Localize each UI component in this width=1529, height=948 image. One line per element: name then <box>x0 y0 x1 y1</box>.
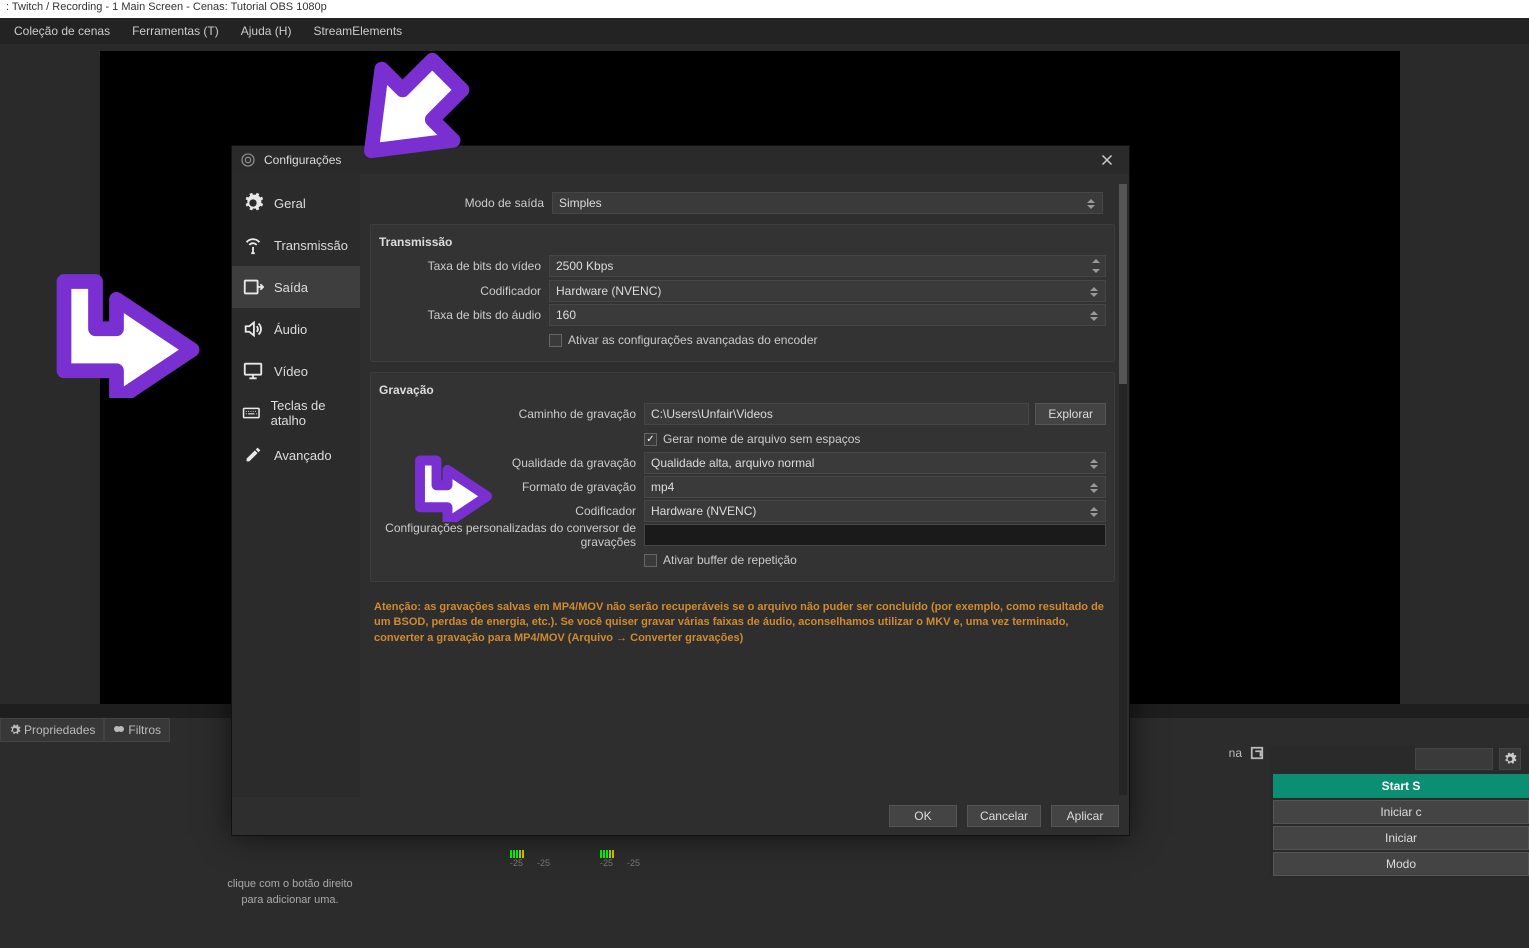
close-icon <box>1101 154 1113 166</box>
output-mode-label: Modo de saída <box>382 196 552 210</box>
transition-settings-button[interactable] <box>1499 748 1521 770</box>
tools-icon <box>242 444 264 466</box>
sidebar-item-video[interactable]: Vídeo <box>232 350 360 392</box>
recording-format-label: Formato de gravação <box>379 480 644 494</box>
dialog-title-text: Configurações <box>264 153 341 167</box>
stream-encoder-select[interactable]: Hardware (NVENC) <box>549 280 1106 302</box>
recording-group: Gravação Caminho de gravação C:\Users\Un… <box>370 372 1115 582</box>
obs-icon <box>240 152 256 168</box>
start-streaming-button[interactable]: Start S <box>1273 774 1529 798</box>
recording-encoder-label: Codificador <box>379 504 644 518</box>
video-bitrate-label: Taxa de bits do vídeo <box>379 259 549 273</box>
recording-quality-select[interactable]: Qualidade alta, arquivo normal <box>644 452 1106 474</box>
recording-title: Gravação <box>379 379 1106 401</box>
menu-tools[interactable]: Ferramentas (T) <box>122 20 229 42</box>
dialog-footer: OK Cancelar Aplicar <box>232 797 1129 835</box>
start-recording-button[interactable]: Iniciar c <box>1273 800 1529 824</box>
menu-scene-collection[interactable]: Coleção de cenas <box>4 20 120 42</box>
monitor-icon <box>242 360 264 382</box>
streaming-group: Transmissão Taxa de bits do vídeo 2500 K… <box>370 224 1115 362</box>
broadcast-icon <box>242 234 264 256</box>
audio-bitrate-select[interactable]: 160 <box>549 304 1106 326</box>
settings-content: Modo de saída Simples Transmissão Taxa d… <box>360 174 1129 797</box>
dialog-close-button[interactable] <box>1093 146 1121 174</box>
dialog-titlebar: Configurações <box>232 146 1129 174</box>
mode-button[interactable]: Modo <box>1273 852 1529 876</box>
output-icon <box>242 276 264 298</box>
recording-format-select[interactable]: mp4 <box>644 476 1106 498</box>
source-toolbar: Propriedades Filtros <box>0 718 170 742</box>
menu-streamelements[interactable]: StreamElements <box>303 20 412 42</box>
properties-button[interactable]: Propriedades <box>0 718 104 742</box>
recording-quality-label: Qualidade da gravação <box>379 456 644 470</box>
sidebar-item-audio[interactable]: Áudio <box>232 308 360 350</box>
menu-help[interactable]: Ajuda (H) <box>231 20 302 42</box>
start-button[interactable]: Iniciar <box>1273 826 1529 850</box>
recording-path-input[interactable]: C:\Users\Unfair\Videos <box>644 403 1029 425</box>
transitions-header: na <box>1229 746 1264 760</box>
audio-meter-grid: -25 -25 -25 -25 <box>510 838 640 868</box>
filters-button[interactable]: Filtros <box>104 718 170 742</box>
gear-icon <box>9 724 21 736</box>
video-bitrate-input[interactable]: 2500 Kbps <box>549 255 1106 277</box>
keyboard-icon <box>242 402 261 424</box>
recording-encoder-select[interactable]: Hardware (NVENC) <box>644 500 1106 522</box>
recording-path-label: Caminho de gravação <box>379 407 644 421</box>
scene-hint-text: clique com o botão direito para adiciona… <box>190 877 390 908</box>
sidebar-item-saida[interactable]: Saída <box>232 266 360 308</box>
advanced-encoder-checkbox[interactable]: Ativar as configurações avançadas do enc… <box>549 333 1106 347</box>
replay-buffer-checkbox[interactable]: Ativar buffer de repetição <box>644 553 1106 567</box>
custom-muxer-input[interactable] <box>644 524 1106 546</box>
output-mode-select[interactable]: Simples <box>552 192 1103 214</box>
apply-button[interactable]: Aplicar <box>1051 805 1119 827</box>
sidebar-item-geral[interactable]: Geral <box>232 182 360 224</box>
gear-icon <box>1503 752 1517 766</box>
sidebar-item-transmissao[interactable]: Transmissão <box>232 224 360 266</box>
window-title: : Twitch / Recording - 1 Main Screen - C… <box>0 0 1529 18</box>
settings-sidebar: Geral Transmissão Saída Áudio Vídeo Tecl… <box>232 174 360 797</box>
settings-dialog: Configurações Geral Transmissão Saída Áu… <box>231 145 1130 836</box>
speaker-icon <box>242 318 264 340</box>
transition-select[interactable] <box>1415 748 1493 770</box>
popout-icon[interactable] <box>1250 746 1264 760</box>
gear-icon <box>242 192 264 214</box>
custom-muxer-label: Configurações personalizadas do converso… <box>379 521 644 549</box>
mp4-warning: Atenção: as gravações salvas em MP4/MOV … <box>370 592 1115 654</box>
controls-panel: Start S Iniciar c Iniciar Modo <box>1269 746 1529 878</box>
cancel-button[interactable]: Cancelar <box>967 805 1041 827</box>
nospaces-checkbox[interactable]: Gerar nome de arquivo sem espaços <box>644 432 1106 446</box>
filter-icon <box>113 724 125 736</box>
content-scrollbar[interactable] <box>1119 184 1127 795</box>
ok-button[interactable]: OK <box>889 805 957 827</box>
browse-button[interactable]: Explorar <box>1035 403 1106 425</box>
sidebar-item-avancado[interactable]: Avançado <box>232 434 360 476</box>
stream-encoder-label: Codificador <box>379 284 549 298</box>
audio-bitrate-label: Taxa de bits do áudio <box>379 308 549 322</box>
sidebar-item-hotkeys[interactable]: Teclas de atalho <box>232 392 360 434</box>
menu-bar: Coleção de cenas Ferramentas (T) Ajuda (… <box>0 18 1529 44</box>
streaming-title: Transmissão <box>379 231 1106 253</box>
